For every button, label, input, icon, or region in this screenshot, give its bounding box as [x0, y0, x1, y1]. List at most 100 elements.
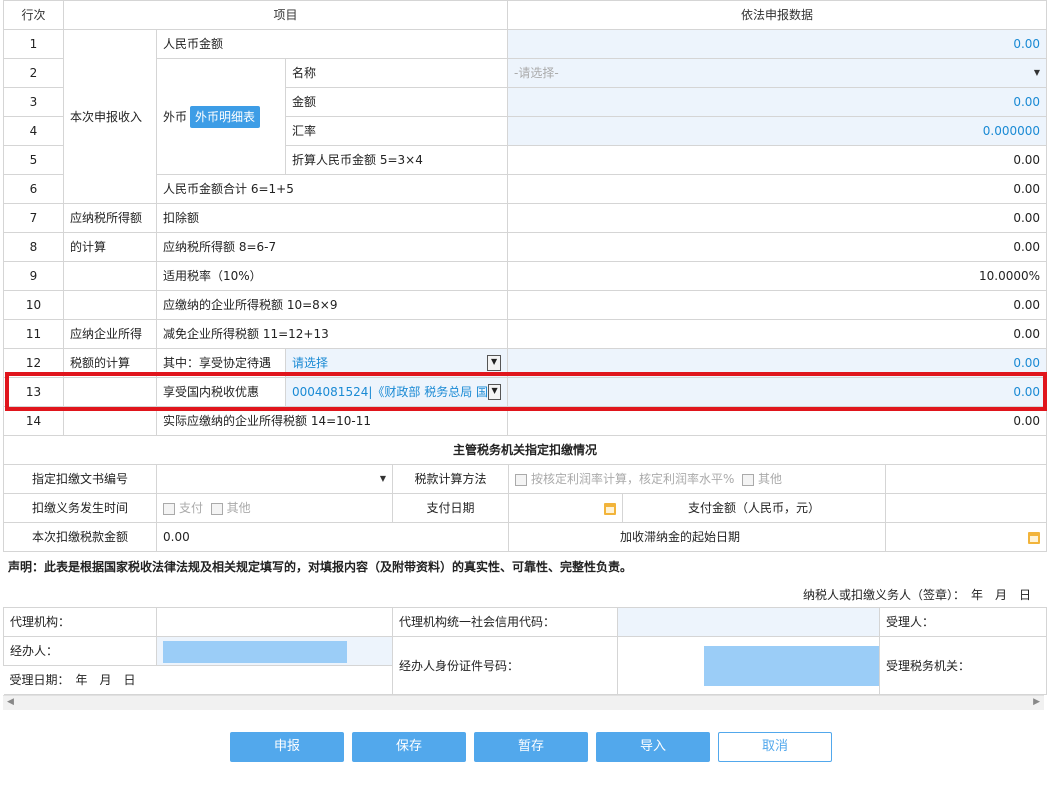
- temp-save-button[interactable]: 暂存: [474, 732, 588, 762]
- arrow-right-icon[interactable]: ▶: [1033, 697, 1040, 707]
- save-button[interactable]: 保存: [352, 732, 466, 762]
- foreign-label: 外币: [163, 109, 188, 124]
- row-no: 1: [3, 29, 64, 59]
- time-opt1-checkbox[interactable]: [163, 502, 175, 515]
- pay-amount-label: 支付金额（人民币，元）: [622, 493, 886, 523]
- domestic-benefit-select[interactable]: 0004081524|《财政部 税务总局 国 ▼: [284, 377, 509, 407]
- submit-button[interactable]: 申报: [230, 732, 344, 762]
- handler-id-label: 经办人身份证件号码：: [392, 636, 618, 695]
- row-value: 0.00: [507, 319, 1047, 349]
- header-item: 项目: [62, 0, 509, 30]
- row-no: 11: [3, 319, 64, 349]
- calendar-icon[interactable]: [1028, 531, 1041, 544]
- withholding-table: 主管税务机关指定扣缴情况 指定扣缴文书编号 ▼ 税款计算方法 按核定利润率计算，…: [2, 436, 1047, 552]
- doc-no-select[interactable]: ▼: [156, 464, 393, 494]
- foreign-detail-button[interactable]: 外币明细表: [190, 105, 261, 128]
- row-label: 名称: [284, 58, 509, 88]
- time-opt2-checkbox[interactable]: [210, 502, 223, 515]
- calc-method-extra: [884, 464, 1047, 494]
- treaty-benefit-select[interactable]: 请选择 ▼: [284, 348, 509, 378]
- handler-id-masked-value: [704, 645, 879, 686]
- group-corp-tax-line1: 应纳企业所得: [63, 319, 157, 349]
- rmb-amount-input[interactable]: 0.00: [507, 29, 1047, 59]
- row-no: 13: [3, 377, 64, 407]
- handler-input[interactable]: [156, 636, 393, 666]
- calendar-icon[interactable]: [604, 502, 616, 515]
- pay-amount-input[interactable]: [884, 493, 1047, 523]
- exchange-rate-input[interactable]: 0.000000: [507, 116, 1047, 146]
- group-corp-tax-blank: [63, 377, 157, 407]
- row-label: 折算人民币金额 5=3×4: [284, 145, 509, 175]
- receiving-office-label: 受理税务机关：: [879, 636, 1047, 695]
- calc-opt2-checkbox[interactable]: [742, 473, 755, 486]
- group-corp-tax-line2: 税额的计算: [63, 348, 157, 378]
- row-no: 4: [3, 116, 64, 146]
- horizontal-scrollbar[interactable]: ◀ ▶: [3, 695, 1044, 710]
- receive-date-label: 受理日期： 年 月 日: [3, 665, 393, 695]
- late-fee-label: 加收滞纳金的起始日期: [508, 522, 886, 552]
- row-no: 10: [3, 290, 64, 320]
- action-bar: 申报 保存 暂存 导入 取消: [230, 732, 832, 762]
- treaty-benefit-amount-input[interactable]: 0.00: [507, 348, 1047, 378]
- declaration-text: 声明：此表是根据国家税收法律法规及相关规定填写的，对填报内容（及附带资料）的真实…: [8, 560, 633, 574]
- row-no: 3: [3, 87, 64, 117]
- row-label: 实际应缴纳的企业所得税额 14=10-11: [155, 406, 509, 436]
- time-opt1-label: 支付: [179, 501, 204, 515]
- group-taxable-line1: 应纳税所得额: [63, 203, 157, 233]
- pay-date-label: 支付日期: [392, 493, 509, 523]
- arrow-left-icon[interactable]: ◀: [7, 697, 14, 707]
- currency-name-value: -请选择-: [514, 66, 559, 80]
- row-no: 7: [3, 203, 64, 233]
- cancel-button[interactable]: 取消: [718, 732, 832, 762]
- chevron-down-icon: ▼: [1033, 68, 1041, 77]
- header-data: 依法申报数据: [507, 0, 1047, 30]
- row-no: 2: [3, 58, 64, 88]
- calc-opt1-label: 按核定利润率计算，核定利润率水平%: [531, 472, 735, 486]
- late-fee-date-input[interactable]: [884, 522, 1047, 552]
- handler-id-input[interactable]: [617, 636, 880, 695]
- receiver-label: 受理人：: [879, 607, 1047, 637]
- row-no: 6: [3, 174, 64, 204]
- group-corp-tax-blank: [63, 290, 157, 320]
- doc-no-label: 指定扣缴文书编号: [3, 464, 157, 494]
- row-value: 10.0000%: [507, 261, 1047, 291]
- row-label: 适用税率（10%）: [155, 261, 509, 291]
- signature-line: 纳税人或扣缴义务人（签章）： 年 月 日: [802, 588, 1031, 602]
- row-value: 0.00: [507, 232, 1047, 262]
- domestic-benefit-amount-input[interactable]: 0.00: [507, 377, 1047, 407]
- import-button[interactable]: 导入: [596, 732, 710, 762]
- handler-label: 经办人：: [3, 636, 157, 666]
- row-label: 人民币金额: [155, 29, 509, 59]
- row-label: 人民币金额合计 6=1+5: [155, 174, 509, 204]
- chevron-down-icon[interactable]: ▼: [487, 355, 502, 371]
- row-label: 扣除额: [155, 203, 509, 233]
- group-corp-tax-blank: [63, 406, 157, 436]
- foreign-amount-input[interactable]: 0.00: [507, 87, 1047, 117]
- time-options: 支付 其他: [156, 493, 393, 523]
- time-opt2-label: 其他: [226, 501, 251, 515]
- pay-date-input[interactable]: [508, 493, 623, 523]
- currency-name-select[interactable]: -请选择- ▼: [507, 58, 1047, 88]
- row-label: 汇率: [284, 116, 509, 146]
- handler-masked-value: [163, 640, 347, 663]
- chevron-down-icon[interactable]: ▼: [488, 384, 502, 400]
- calc-opt2-label: 其他: [758, 472, 783, 486]
- row-no: 9: [3, 261, 64, 291]
- chevron-down-icon: ▼: [379, 474, 386, 483]
- calc-method-label: 税款计算方法: [392, 464, 509, 494]
- calc-opt1-checkbox[interactable]: [515, 473, 527, 486]
- group-corp-tax-blank: [63, 261, 157, 291]
- agency-code-input[interactable]: [617, 607, 880, 637]
- row-no: 14: [3, 406, 64, 436]
- amount-label: 本次扣缴税款金额: [3, 522, 157, 552]
- row-label: 享受国内税收优惠: [156, 377, 286, 407]
- agency-input[interactable]: [156, 607, 393, 637]
- row-label: 应缴纳的企业所得税额 10=8×9: [155, 290, 509, 320]
- row-label: 金额: [284, 87, 509, 117]
- foreign-currency-cell: 外币 外币明细表: [156, 58, 286, 175]
- row-label: 减免企业所得税额 11=12+13: [155, 319, 509, 349]
- amount-value: 0.00: [156, 522, 509, 552]
- time-label: 扣缴义务发生时间: [3, 493, 157, 523]
- row-value: 0.00: [507, 145, 1047, 175]
- withholding-title: 主管税务机关指定扣缴情况: [2, 436, 1047, 465]
